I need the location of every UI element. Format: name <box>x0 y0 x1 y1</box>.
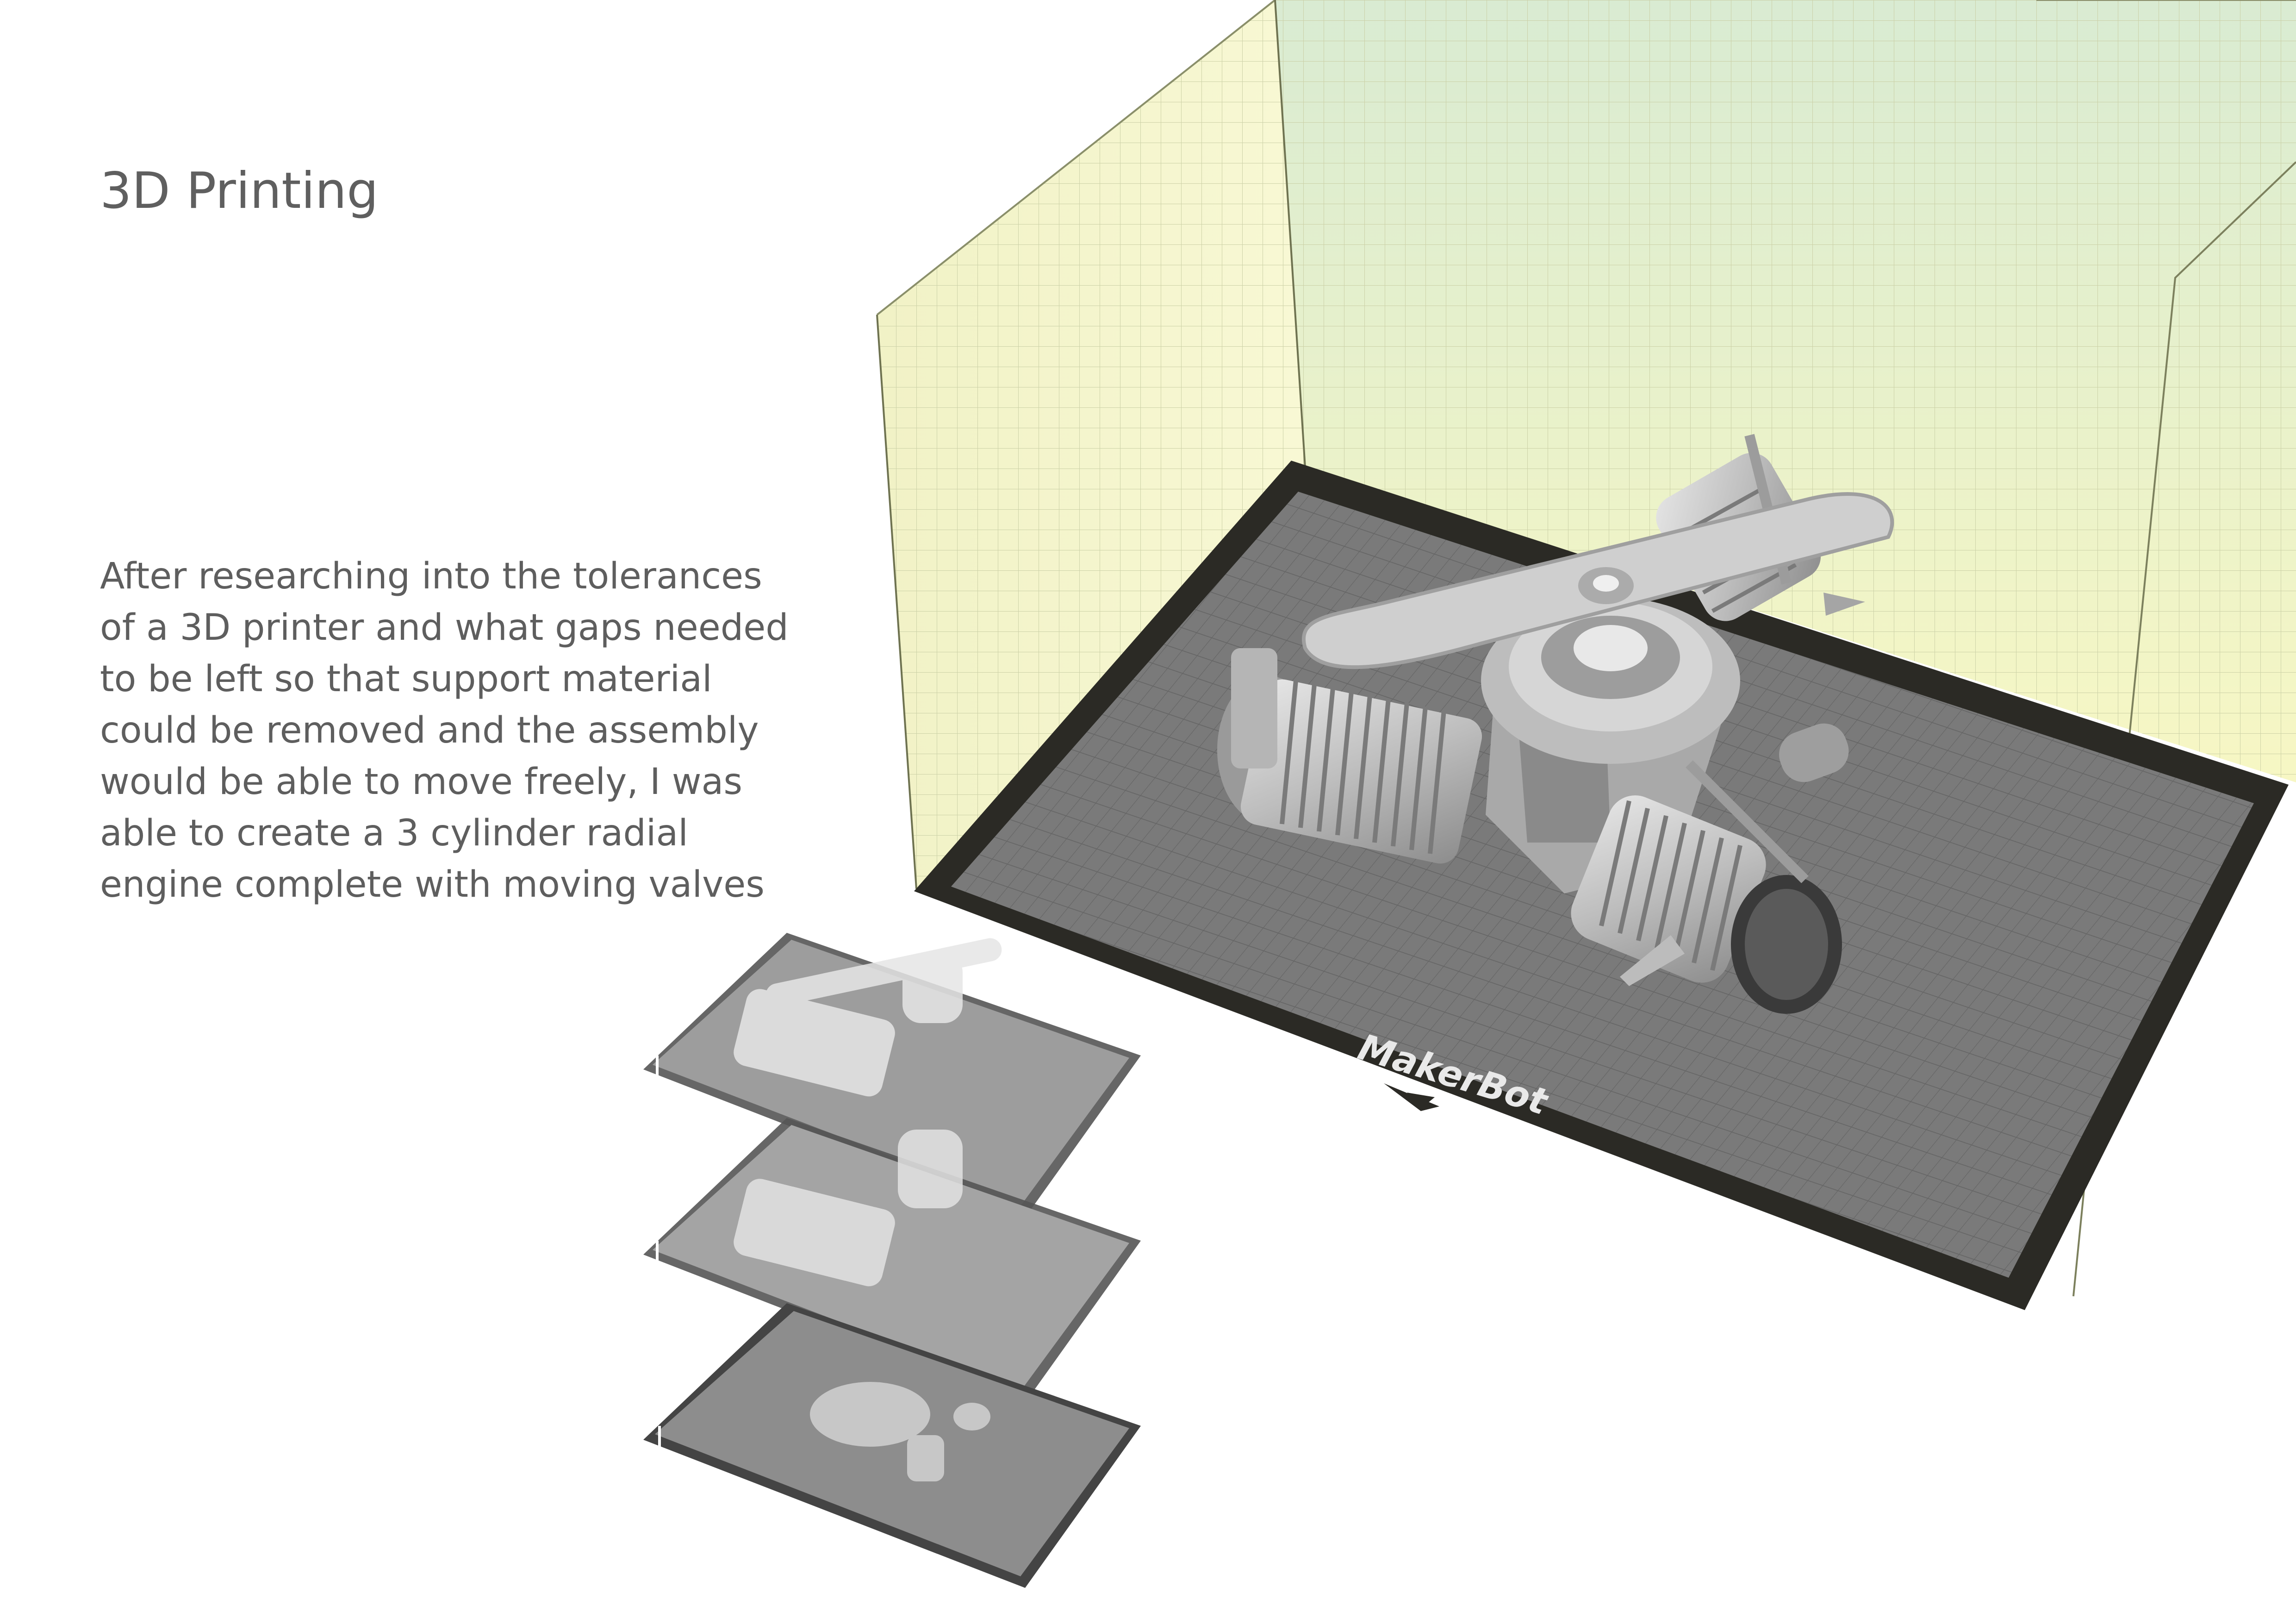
layer-previews <box>643 933 1141 1588</box>
layer-preview-bottom <box>643 1303 1141 1588</box>
print-scene: MakerBot <box>643 0 2296 1588</box>
